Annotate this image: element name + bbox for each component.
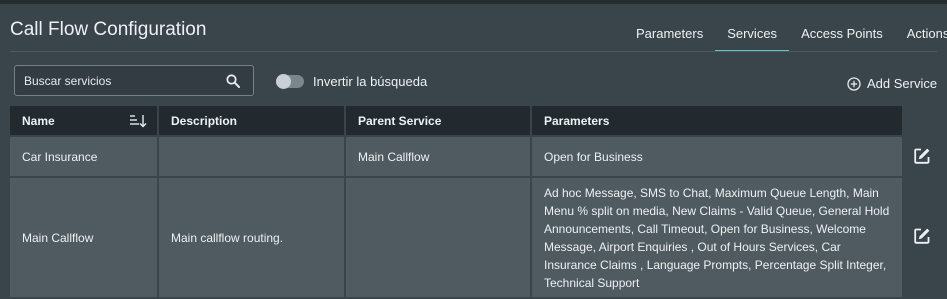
tab-services[interactable]: Services [715, 22, 789, 52]
cell-parent-service [346, 178, 532, 297]
sort-descending-icon[interactable] [129, 114, 147, 128]
page-title: Call Flow Configuration [10, 19, 207, 40]
add-service-label: Add Service [867, 76, 938, 91]
column-header-name[interactable]: Name [10, 106, 159, 135]
search-icon[interactable] [226, 73, 242, 89]
edit-icon[interactable] [913, 227, 931, 245]
plus-circle-icon [847, 76, 861, 91]
tab-bar: Parameters Services Access Points Action… [624, 22, 947, 52]
search-input[interactable] [15, 66, 226, 95]
column-header-label: Name [22, 114, 55, 128]
toggle-knob [276, 74, 291, 89]
table-header-row: Name Description Parent Service Paramete… [10, 106, 902, 135]
table-row[interactable]: Main Callflow Main callflow routing. Ad … [10, 178, 902, 297]
column-header-description[interactable]: Description [159, 106, 346, 135]
tabs-divider [10, 51, 937, 52]
cell-parameters: Ad hoc Message, SMS to Chat, Maximum Que… [544, 185, 890, 290]
invert-search-label: Invertir la búsqueda [313, 74, 428, 89]
column-header-parent-service[interactable]: Parent Service [346, 106, 532, 135]
cell-name: Main Callflow [10, 178, 159, 297]
invert-search-toggle[interactable] [276, 74, 304, 89]
add-service-button[interactable]: Add Service [847, 76, 937, 91]
edit-icon[interactable] [913, 147, 931, 165]
table-row[interactable]: Car Insurance Main Callflow Open for Bus… [10, 137, 902, 176]
services-table: Name Description Parent Service Paramete… [10, 106, 902, 297]
tab-parameters[interactable]: Parameters [624, 22, 715, 52]
top-strip [0, 0, 947, 4]
tab-actions[interactable]: Actions [895, 22, 947, 52]
cell-parent-service: Main Callflow [346, 137, 532, 176]
cell-name: Car Insurance [10, 137, 159, 176]
column-header-parameters[interactable]: Parameters [532, 106, 902, 135]
cell-description: Main callflow routing. [159, 178, 346, 297]
tab-access-points[interactable]: Access Points [789, 22, 895, 52]
search-box [14, 65, 254, 96]
cell-parameters: Open for Business [544, 149, 643, 164]
cell-description [159, 137, 346, 176]
